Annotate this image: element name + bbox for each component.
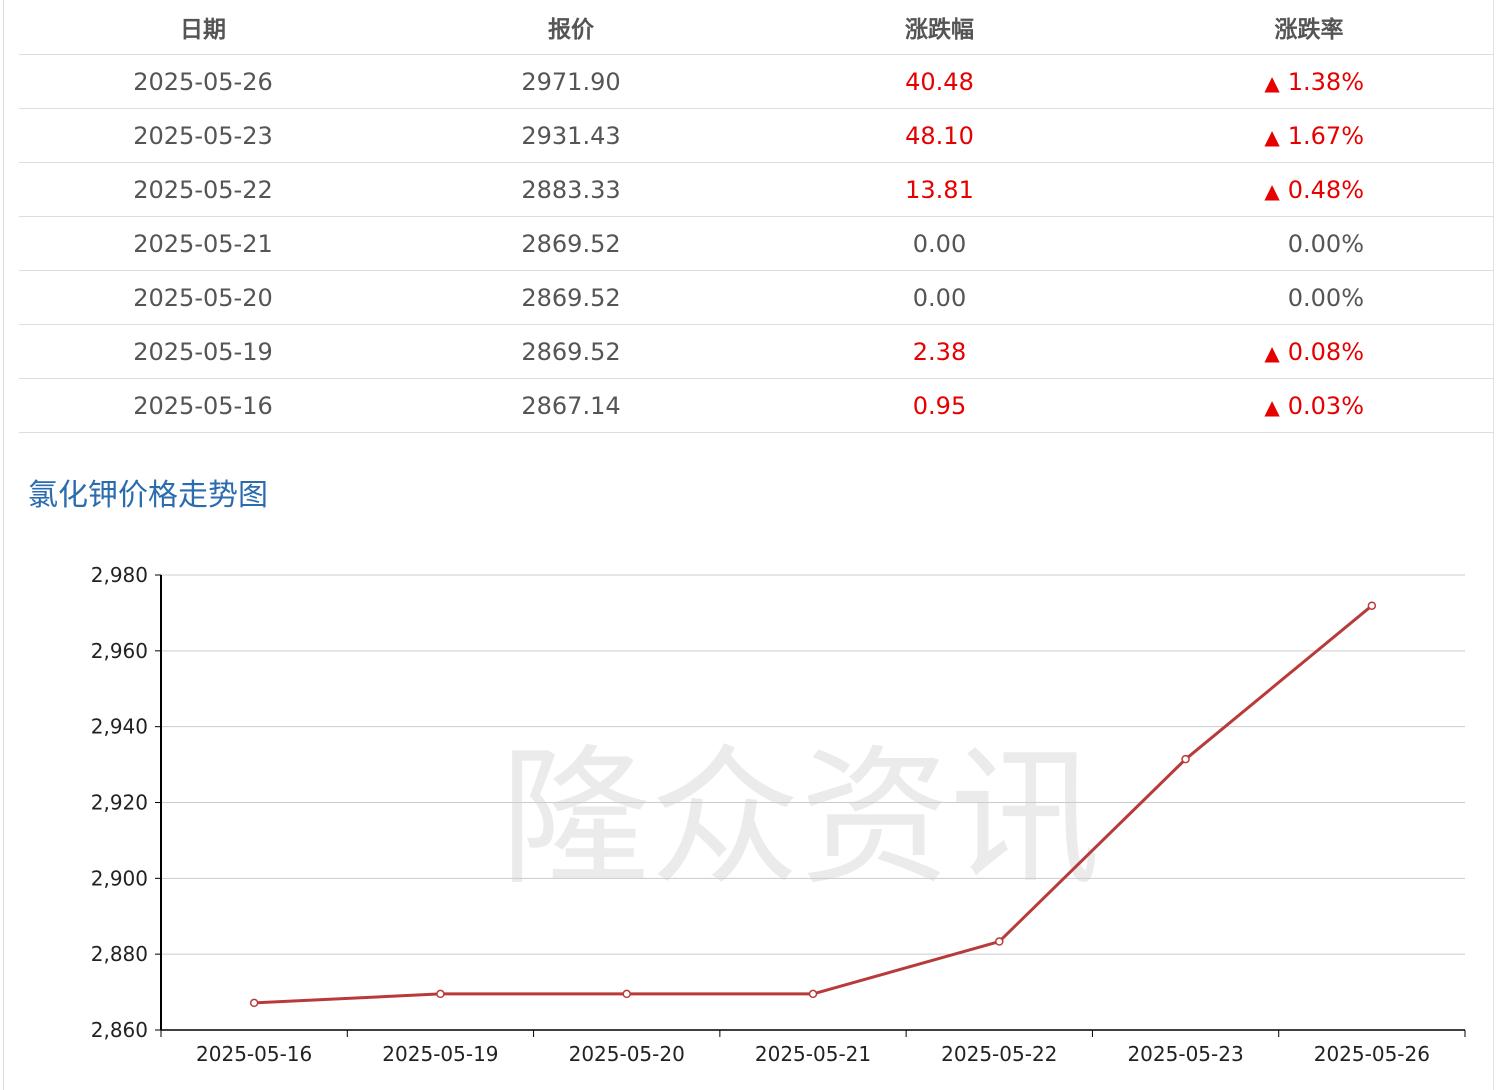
cell-change: 0.00 (755, 270, 1124, 325)
data-point (436, 989, 445, 999)
y-tick-label: 2,880 (91, 942, 148, 966)
rate-value: 1.38% (1287, 67, 1364, 96)
rate-value: 0.03% (1287, 391, 1364, 420)
cell-price: 2869.52 (387, 270, 755, 325)
table-row: 2025-05-26 2971.90 40.48 ▲ 1.38% (19, 54, 1494, 109)
table-row: 2025-05-16 2867.14 0.95 ▲ 0.03% (19, 378, 1494, 433)
price-trend-chart: 隆众资讯 2,860 2,880 2,900 2,920 2,940 2,960 2,980… (91, 563, 1466, 1066)
y-tick-label: 2,960 (91, 639, 148, 663)
rate-wrap: ▲ 1.38% (1254, 68, 1364, 96)
rate-value: 0.00% (1287, 283, 1364, 312)
cell-rate: ▲ 0.08% (1124, 324, 1494, 379)
y-tick-label: 2,900 (91, 866, 148, 890)
rate-wrap: 0.00% (1254, 284, 1364, 312)
table-row: 2025-05-20 2869.52 0.00 0.00% (19, 270, 1494, 325)
data-point (622, 989, 631, 999)
rate-wrap: ▲ 0.08% (1254, 338, 1364, 366)
rate-wrap: ▲ 0.03% (1254, 392, 1364, 420)
cell-change: 0.00 (755, 216, 1124, 271)
rate-value: 0.48% (1287, 175, 1364, 204)
up-arrow-icon: ▲ (1264, 340, 1280, 365)
cell-price: 2867.14 (387, 378, 755, 433)
cell-date: 2025-05-22 (19, 162, 387, 217)
cell-rate: ▲ 1.67% (1124, 108, 1494, 163)
rate-wrap: ▲ 1.67% (1254, 122, 1364, 150)
cell-change: 40.48 (755, 54, 1124, 109)
chart-title: 氯化钾价格走势图 (28, 478, 268, 513)
table-row: 2025-05-22 2883.33 13.81 ▲ 0.48% (19, 162, 1494, 217)
x-tick-label: 2025-05-23 (1127, 1042, 1243, 1066)
cell-rate: ▲ 0.48% (1124, 162, 1494, 217)
cell-change: 13.81 (755, 162, 1124, 217)
y-tick-label: 2,980 (91, 563, 148, 587)
up-arrow-icon: ▲ (1264, 70, 1280, 95)
rate-value: 0.00% (1287, 229, 1364, 258)
header-rate: 涨跌率 (1124, 0, 1494, 55)
price-table: 日期 报价 涨跌幅 涨跌率 2025-05-26 2971.90 40.48 ▲ 1.3… (19, 0, 1494, 433)
cell-price: 2931.43 (387, 108, 755, 163)
x-tick-label: 2025-05-26 (1314, 1042, 1430, 1066)
x-tick-label: 2025-05-16 (196, 1042, 312, 1066)
cell-date: 2025-05-19 (19, 324, 387, 379)
up-arrow-icon: ▲ (1264, 124, 1280, 149)
x-tick-label: 2025-05-21 (755, 1042, 871, 1066)
cell-rate: ▲ 1.38% (1124, 54, 1494, 109)
up-arrow-icon: ▲ (1264, 394, 1280, 419)
y-tick-label: 2,940 (91, 715, 148, 739)
cell-date: 2025-05-26 (19, 54, 387, 109)
cell-date: 2025-05-23 (19, 108, 387, 163)
table-row: 2025-05-21 2869.52 0.00 0.00% (19, 216, 1494, 271)
table-header-row: 日期 报价 涨跌幅 涨跌率 (19, 0, 1494, 55)
rate-value: 0.08% (1287, 337, 1364, 366)
cell-date: 2025-05-20 (19, 270, 387, 325)
header-date: 日期 (19, 0, 387, 55)
header-change: 涨跌幅 (755, 0, 1124, 55)
header-price: 报价 (387, 0, 755, 55)
data-point (249, 998, 259, 1008)
y-tick-label: 2,860 (91, 1018, 148, 1042)
cell-date: 2025-05-21 (19, 216, 387, 271)
cell-date: 2025-05-16 (19, 378, 387, 433)
x-tick-label: 2025-05-22 (941, 1042, 1057, 1066)
cell-price: 2971.90 (387, 54, 755, 109)
x-tick-label: 2025-05-20 (569, 1042, 685, 1066)
table-row: 2025-05-23 2931.43 48.10 ▲ 1.67% (19, 108, 1494, 163)
table-row: 2025-05-19 2869.52 2.38 ▲ 0.08% (19, 324, 1494, 379)
x-tick-label: 2025-05-19 (382, 1042, 498, 1066)
data-point (995, 937, 1004, 946)
data-point (1181, 754, 1190, 764)
table-body: 2025-05-26 2971.90 40.48 ▲ 1.38% 2025-05-23 29… (19, 54, 1494, 433)
cell-price: 2869.52 (387, 324, 755, 379)
cell-rate: ▲ 0.03% (1124, 378, 1494, 433)
cell-price: 2883.33 (387, 162, 755, 217)
rate-wrap: ▲ 0.48% (1254, 176, 1364, 204)
cell-change: 2.38 (755, 324, 1124, 379)
cell-change: 48.10 (755, 108, 1124, 163)
watermark-text: 隆众资讯 (500, 732, 1100, 906)
cell-rate: 0.00% (1124, 270, 1494, 325)
rate-value: 1.67% (1287, 121, 1364, 150)
cell-price: 2869.52 (387, 216, 755, 271)
data-point (808, 989, 818, 999)
y-tick-label: 2,920 (91, 791, 148, 815)
up-arrow-icon: ▲ (1264, 178, 1280, 203)
rate-wrap: 0.00% (1254, 230, 1364, 258)
cell-change: 0.95 (755, 378, 1124, 433)
data-point (1367, 601, 1377, 610)
cell-rate: 0.00% (1124, 216, 1494, 271)
